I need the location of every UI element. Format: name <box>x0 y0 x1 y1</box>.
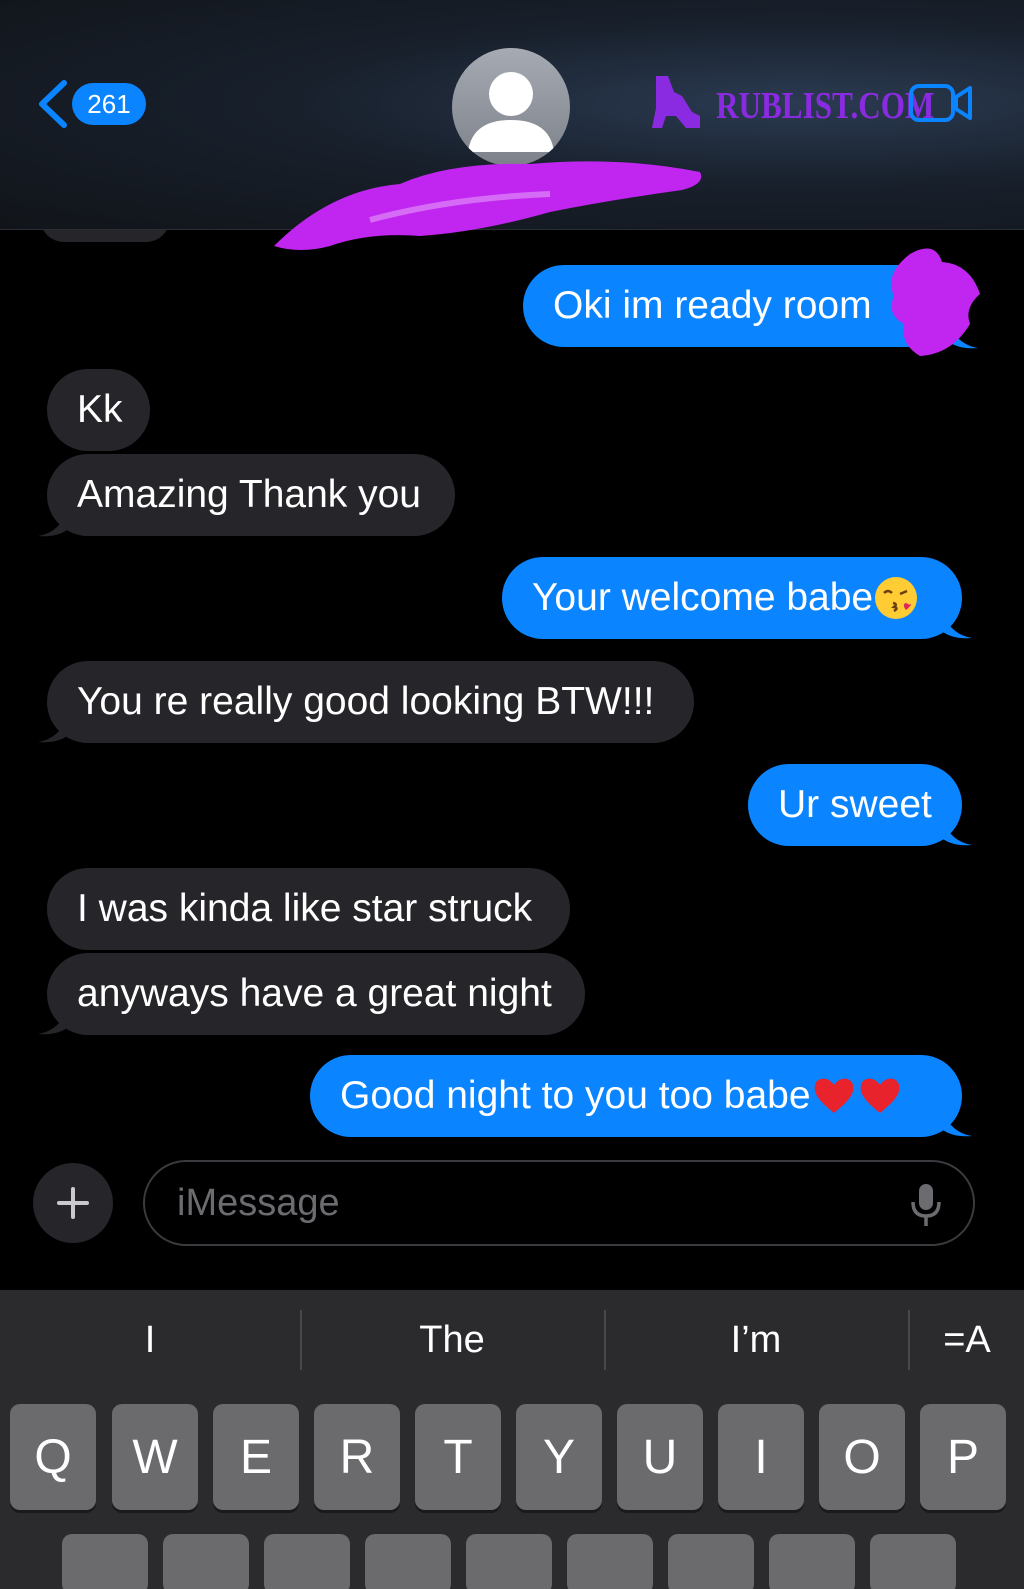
key-row2-partial[interactable] <box>264 1534 350 1589</box>
microphone-icon[interactable] <box>909 1182 943 1228</box>
suggestion-item[interactable]: The <box>302 1310 602 1370</box>
apps-plus-button[interactable] <box>33 1163 113 1243</box>
message-bubble-sent[interactable]: Your welcome babe <box>502 557 962 639</box>
key-w[interactable]: W <box>112 1404 198 1510</box>
key-row2-partial[interactable] <box>163 1534 249 1589</box>
key-row2-partial[interactable] <box>62 1534 148 1589</box>
message-text: Amazing Thank you <box>77 473 421 516</box>
bubble-tail <box>38 704 72 743</box>
message-bubble-received[interactable]: Kk <box>47 369 150 451</box>
message-text: Kk <box>77 388 123 431</box>
plus-icon <box>57 1187 89 1219</box>
key-r[interactable]: R <box>314 1404 400 1510</box>
key-u[interactable]: U <box>617 1404 703 1510</box>
contact-avatar[interactable] <box>452 48 570 166</box>
key-p[interactable]: P <box>920 1404 1006 1510</box>
key-row2-partial[interactable] <box>668 1534 754 1589</box>
bubble-tail <box>38 498 72 537</box>
unread-count-badge: 261 <box>72 83 146 125</box>
message-text: Oki im ready room <box>553 284 872 327</box>
message-bubble-sent[interactable]: Good night to you too babe <box>310 1055 962 1137</box>
bubble-tail <box>938 600 972 639</box>
kissing-face-emoji-icon <box>875 577 918 619</box>
messages-screen: Oki im ready room Kk Amazing Thank you Y… <box>0 0 1024 1589</box>
back-button[interactable]: 261 <box>36 76 156 132</box>
watermark-figure-icon <box>652 76 700 128</box>
key-row2-partial[interactable] <box>365 1534 451 1589</box>
message-text: I was kinda like star struck <box>77 887 533 930</box>
key-y[interactable]: Y <box>516 1404 602 1510</box>
message-text: Good night to you too babe <box>340 1074 811 1117</box>
bubble-tail <box>938 1098 972 1137</box>
message-bubble-received[interactable]: Amazing Thank you <box>47 454 455 536</box>
key-q[interactable]: Q <box>10 1404 96 1510</box>
predictive-suggestions-bar: I The I’m =A <box>0 1290 1024 1390</box>
chevron-left-icon <box>39 80 67 128</box>
message-text: anyways have a great night <box>77 972 552 1015</box>
message-text: You re really good looking BTW!!! <box>77 680 655 723</box>
bubble-tail <box>38 996 72 1035</box>
bubble-tail <box>938 807 972 846</box>
red-heart-emoji-icon <box>860 1078 899 1113</box>
key-row2-partial[interactable] <box>466 1534 552 1589</box>
key-o[interactable]: O <box>819 1404 905 1510</box>
suggestion-item[interactable]: I <box>0 1310 300 1370</box>
redaction-scribble <box>891 248 980 356</box>
message-bubble-received[interactable]: You re really good looking BTW!!! <box>47 661 694 743</box>
suggestion-item[interactable]: I’m <box>606 1310 906 1370</box>
conversation-header: 261 RUBLIST.COM <box>0 0 1024 250</box>
text-format-button[interactable]: =A <box>910 1310 1024 1370</box>
key-row2-partial[interactable] <box>567 1534 653 1589</box>
key-i[interactable]: I <box>718 1404 804 1510</box>
message-bubble-sent[interactable]: Ur sweet <box>748 764 962 846</box>
redaction-scribble <box>274 161 702 250</box>
key-e[interactable]: E <box>213 1404 299 1510</box>
key-row2-partial[interactable] <box>870 1534 956 1589</box>
keyboard: I The I’m =A Q W E R T Y U I O P <box>0 1290 1024 1589</box>
message-input[interactable]: iMessage <box>143 1160 975 1246</box>
message-bubble-received[interactable]: I was kinda like star struck <box>47 868 570 950</box>
watermark-text: RUBLIST.COM <box>716 85 935 127</box>
key-t[interactable]: T <box>415 1404 501 1510</box>
message-input-placeholder: iMessage <box>177 1181 340 1224</box>
message-bubble-received[interactable]: anyways have a great night <box>47 953 585 1035</box>
red-heart-emoji-icon <box>814 1078 853 1113</box>
message-text: Ur sweet <box>778 783 932 826</box>
person-icon <box>468 72 554 152</box>
video-call-icon[interactable] <box>908 80 974 126</box>
watermark-logo: RUBLIST.COM <box>650 72 934 136</box>
key-row2-partial[interactable] <box>769 1534 855 1589</box>
message-text: Your welcome babe <box>532 576 874 619</box>
